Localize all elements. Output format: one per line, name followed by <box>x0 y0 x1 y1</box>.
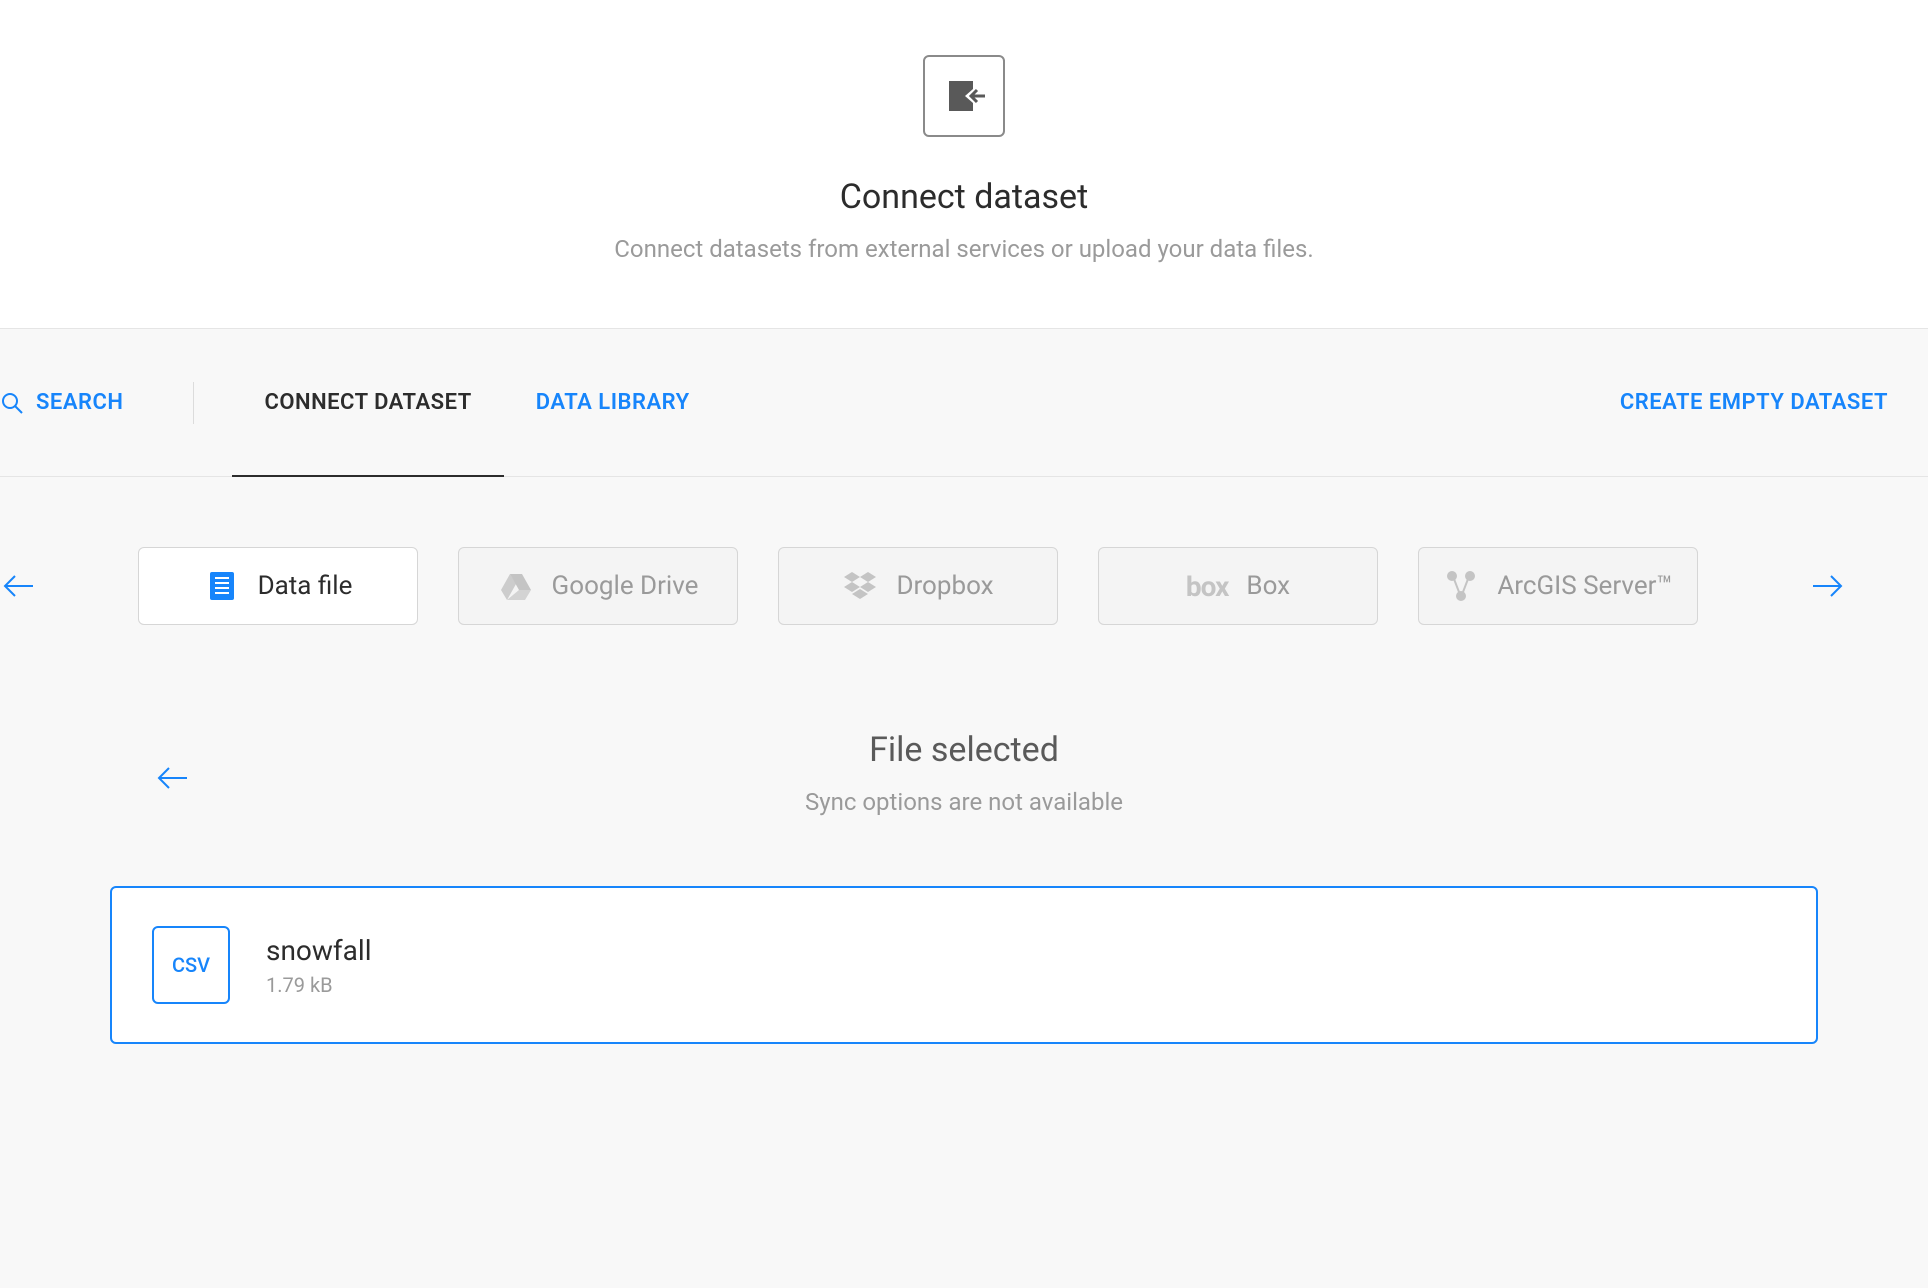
arrow-left-icon <box>155 760 191 796</box>
file-info: snowfall 1.79 kB <box>266 934 372 997</box>
tabs-left: SEARCH CONNECT DATASET DATA LIBRARY <box>0 329 722 476</box>
file-name: snowfall <box>266 934 372 967</box>
arcgis-icon <box>1443 568 1479 604</box>
tab-connect-label: CONNECT DATASET <box>264 390 471 415</box>
create-empty-dataset-button[interactable]: CREATE EMPTY DATASET <box>1620 390 1928 415</box>
tab-divider <box>193 382 194 424</box>
back-button[interactable] <box>155 760 191 800</box>
file-selected-subtitle: Sync options are not available <box>0 788 1928 816</box>
search-icon <box>0 391 24 415</box>
sources-nav-right[interactable] <box>1808 567 1846 605</box>
import-icon-box <box>923 55 1005 137</box>
tabs-row: SEARCH CONNECT DATASET DATA LIBRARY CREA… <box>0 329 1928 477</box>
content-area: SEARCH CONNECT DATASET DATA LIBRARY CREA… <box>0 328 1928 1288</box>
tab-connect-dataset[interactable]: CONNECT DATASET <box>232 329 503 476</box>
google-drive-icon <box>498 568 534 604</box>
arrow-right-icon <box>1809 568 1845 604</box>
import-arrow-icon <box>943 75 985 117</box>
source-box-label: Box <box>1246 571 1290 601</box>
source-google-drive-label: Google Drive <box>552 571 699 601</box>
source-arcgis-label: ArcGIS Server™ <box>1497 571 1672 601</box>
sources-row: Data file Google Drive Dropbox <box>0 477 1928 625</box>
box-icon: box <box>1186 570 1229 603</box>
source-box[interactable]: box Box <box>1098 547 1378 625</box>
source-arcgis[interactable]: ArcGIS Server™ <box>1418 547 1698 625</box>
file-type-badge: CSV <box>152 926 230 1004</box>
file-selected-title: File selected <box>0 730 1928 770</box>
tab-data-library[interactable]: DATA LIBRARY <box>504 329 722 476</box>
data-file-icon <box>204 568 240 604</box>
tab-library-label: DATA LIBRARY <box>536 390 690 415</box>
sources-nav-left[interactable] <box>0 567 38 605</box>
dropbox-icon <box>842 568 878 604</box>
file-selected-section: File selected Sync options are not avail… <box>0 625 1928 1044</box>
source-dropbox[interactable]: Dropbox <box>778 547 1058 625</box>
page-title: Connect dataset <box>840 177 1088 217</box>
source-data-file[interactable]: Data file <box>138 547 418 625</box>
page-subtitle: Connect datasets from external services … <box>614 235 1313 263</box>
arrow-left-icon <box>1 568 37 604</box>
source-dropbox-label: Dropbox <box>896 571 993 601</box>
file-size: 1.79 kB <box>266 973 372 997</box>
tab-search-label: SEARCH <box>36 390 123 415</box>
source-google-drive[interactable]: Google Drive <box>458 547 738 625</box>
sources-container: Data file Google Drive Dropbox <box>138 547 1698 625</box>
create-empty-label: CREATE EMPTY DATASET <box>1620 390 1888 415</box>
source-data-file-label: Data file <box>258 571 353 601</box>
selected-file-card[interactable]: CSV snowfall 1.79 kB <box>110 886 1818 1044</box>
tab-search[interactable]: SEARCH <box>0 329 158 476</box>
page-header: Connect dataset Connect datasets from ex… <box>0 0 1928 328</box>
